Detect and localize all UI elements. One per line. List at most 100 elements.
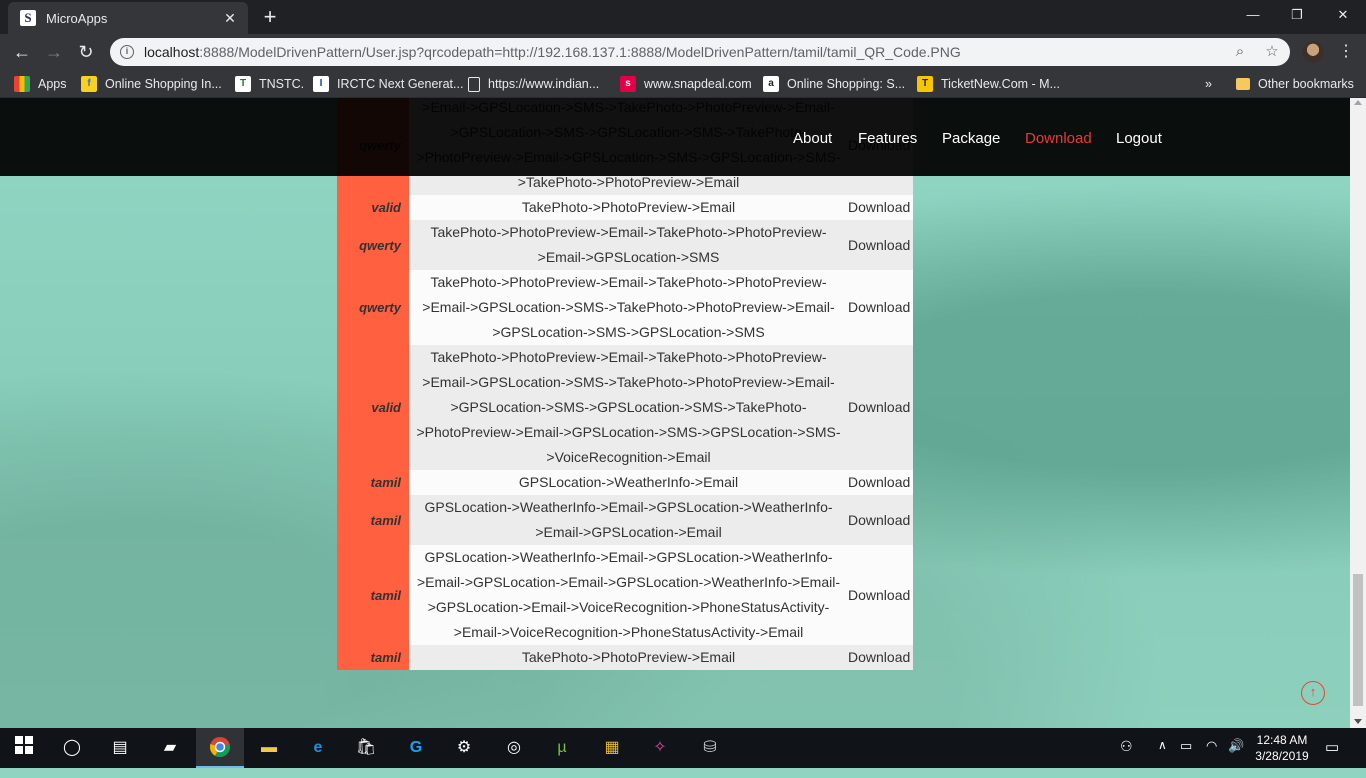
flow-line: >Email->GPSLocation->Email (535, 524, 722, 540)
flow-line: >VoiceRecognition->Email (546, 449, 711, 465)
notification-center-icon[interactable]: ▭ (1325, 738, 1339, 778)
scroll-thumb[interactable] (1353, 574, 1363, 706)
arrow-up-circle-icon[interactable]: ↑ (1301, 681, 1325, 705)
app-ring-icon[interactable]: ◎ (502, 736, 526, 760)
flow-line: TakePhoto->PhotoPreview->Email->TakePhot… (430, 224, 827, 240)
windows-start-icon[interactable] (12, 736, 36, 760)
bookmark-ticketnew[interactable]: T TicketNew.Com - M... (917, 74, 1060, 94)
tnstc-icon: T (235, 76, 251, 92)
nav-about[interactable]: About (793, 130, 832, 147)
page-viewport: qwerty >Email->GPSLocation->SMS->TakePhot… (0, 98, 1350, 728)
store-icon[interactable]: 🛍 (354, 736, 378, 760)
download-link[interactable]: Download (848, 270, 913, 345)
flow-line: >GPSLocation->Email->VoiceRecognition->P… (427, 599, 830, 615)
download-link[interactable]: Download (848, 545, 913, 645)
bookmark-irctc[interactable]: I IRCTC Next Generat... (313, 74, 463, 94)
nav-download[interactable]: Download (1025, 130, 1092, 147)
bookmark-label: Online Shopping In... (105, 77, 222, 91)
zoom-icon[interactable]: ⌕ (1230, 42, 1250, 62)
new-tab-icon[interactable]: + (258, 6, 282, 30)
apps-grid-icon (14, 76, 30, 92)
page-scrollbar[interactable] (1350, 98, 1366, 728)
edge-icon[interactable]: e (306, 736, 330, 760)
bookmark-amazon[interactable]: a Online Shopping: S... (763, 74, 905, 94)
app-cubes-icon[interactable]: ▦ (600, 736, 624, 760)
browser-tab[interactable]: S MicroApps ✕ (8, 2, 248, 34)
forward-arrow-icon[interactable]: → (42, 40, 66, 64)
flow-line: >Email->GPSLocation->SMS (537, 249, 720, 265)
app-flows-table: qwerty >Email->GPSLocation->SMS->TakePhot… (337, 98, 913, 670)
database-icon[interactable]: ⛁ (698, 736, 722, 760)
chrome-icon[interactable] (208, 736, 232, 760)
close-window-icon[interactable]: ✕ (1320, 0, 1366, 30)
file-explorer-icon[interactable]: ▬ (257, 736, 281, 760)
settings-gear-icon[interactable]: ⚙ (452, 736, 476, 760)
download-link[interactable]: Download (848, 345, 913, 470)
restore-icon[interactable]: ❐ (1274, 0, 1320, 30)
bookmark-flipkart[interactable]: f Online Shopping In... (81, 74, 222, 94)
bookmark-apps[interactable]: Apps (14, 74, 67, 94)
bookmark-label: TNSTC. (259, 77, 305, 91)
chrome-menu-icon[interactable]: ⋮ (1336, 40, 1356, 64)
back-arrow-icon[interactable]: ← (10, 40, 34, 64)
nav-features[interactable]: Features (858, 130, 917, 147)
bookmark-label: https://www.indian... (488, 77, 600, 91)
scroll-down-icon[interactable] (1354, 719, 1362, 724)
nav-logout[interactable]: Logout (1116, 130, 1162, 147)
site-navbar: About Features Package Download Logout (0, 98, 1350, 176)
flow-line: >GPSLocation->SMS->GPSLocation->SMS (492, 324, 765, 340)
bookmark-label: TicketNew.Com - M... (941, 77, 1060, 91)
download-link[interactable]: Download (848, 495, 913, 545)
address-bar[interactable]: i localhost:8888/ModelDrivenPattern/User… (110, 38, 1290, 66)
snapdeal-icon: s (620, 76, 636, 92)
nav-package[interactable]: Package (942, 130, 1000, 147)
app-g-icon[interactable]: G (404, 736, 428, 760)
browser-titlebar: S MicroApps ✕ + — ❐ ✕ (0, 0, 1366, 34)
app-wand-icon[interactable]: ✧ (648, 736, 672, 760)
scroll-up-icon[interactable] (1354, 100, 1362, 105)
table-row: tamil GPSLocation->WeatherInfo->Email->GP… (337, 545, 913, 645)
flow-line: GPSLocation->WeatherInfo->Email->GPSLoca… (424, 549, 833, 565)
people-icon[interactable]: ⚇ (1120, 738, 1133, 778)
url-path: :8888/ModelDrivenPattern/User.jsp?qrcode… (199, 44, 961, 60)
tray-chevron-up-icon[interactable]: ∧ (1158, 738, 1167, 778)
bookmarks-overflow[interactable]: » (1205, 74, 1212, 94)
flow-cell: TakePhoto->PhotoPreview->Email (409, 645, 848, 670)
cortana-search-icon[interactable]: ◯ (60, 736, 84, 760)
site-info-icon[interactable]: i (120, 45, 134, 59)
flow-cell: TakePhoto->PhotoPreview->Email->TakePhot… (409, 220, 848, 270)
flow-line: TakePhoto->PhotoPreview->Email (521, 649, 736, 665)
download-link[interactable]: Download (848, 470, 913, 495)
windows-taskbar: ◯ ▤ ▰ ▬ e 🛍 G ⚙ ◎ µ ▦ ✧ ⛁ ⚇ ∧ ▭ ◠ 🔊 12:4… (0, 728, 1366, 768)
clock-time: 12:48 AM (1256, 733, 1308, 747)
table-row: tamil TakePhoto->PhotoPreview->Email Downl… (337, 645, 913, 670)
bookmark-star-icon[interactable]: ☆ (1262, 42, 1282, 62)
profile-avatar[interactable] (1302, 41, 1324, 63)
url-text: localhost:8888/ModelDrivenPattern/User.j… (144, 44, 961, 60)
bookmark-snapdeal[interactable]: s www.snapdeal.com (620, 74, 752, 94)
flow-line: >PhotoPreview->Email->GPSLocation->SMS->… (416, 424, 841, 440)
flow-cell: GPSLocation->WeatherInfo->Email (409, 470, 848, 495)
battery-icon[interactable]: ▭ (1180, 738, 1192, 778)
bookmark-tnstc[interactable]: T TNSTC. (235, 74, 304, 94)
table-row: valid TakePhoto->PhotoPreview->Email Downl… (337, 195, 913, 220)
bookmark-indian[interactable]: https://www.indian... (468, 74, 599, 94)
flow-line: TakePhoto->PhotoPreview->Email->TakePhot… (430, 349, 827, 365)
download-link[interactable]: Download (848, 220, 913, 270)
irctc-icon: I (313, 76, 329, 92)
other-bookmarks[interactable]: Other bookmarks (1236, 74, 1354, 94)
wifi-icon[interactable]: ◠ (1206, 738, 1217, 778)
taskbar-clock[interactable]: 12:48 AM 3/28/2019 (1252, 732, 1312, 764)
download-link[interactable]: Download (848, 195, 913, 220)
table-row: qwerty TakePhoto->PhotoPreview->Email->Ta… (337, 270, 913, 345)
volume-icon[interactable]: 🔊 (1228, 738, 1244, 778)
bookmark-label: www.snapdeal.com (644, 77, 752, 91)
reload-icon[interactable]: ↻ (74, 40, 98, 64)
tab-close-icon[interactable]: ✕ (220, 8, 240, 28)
task-view-icon[interactable]: ▤ (108, 736, 132, 760)
tab-title: MicroApps (46, 10, 108, 26)
utorrent-icon[interactable]: µ (550, 736, 574, 760)
notepad-icon[interactable]: ▰ (158, 736, 182, 760)
minimize-icon[interactable]: — (1230, 0, 1276, 30)
download-link[interactable]: Download (848, 645, 913, 670)
